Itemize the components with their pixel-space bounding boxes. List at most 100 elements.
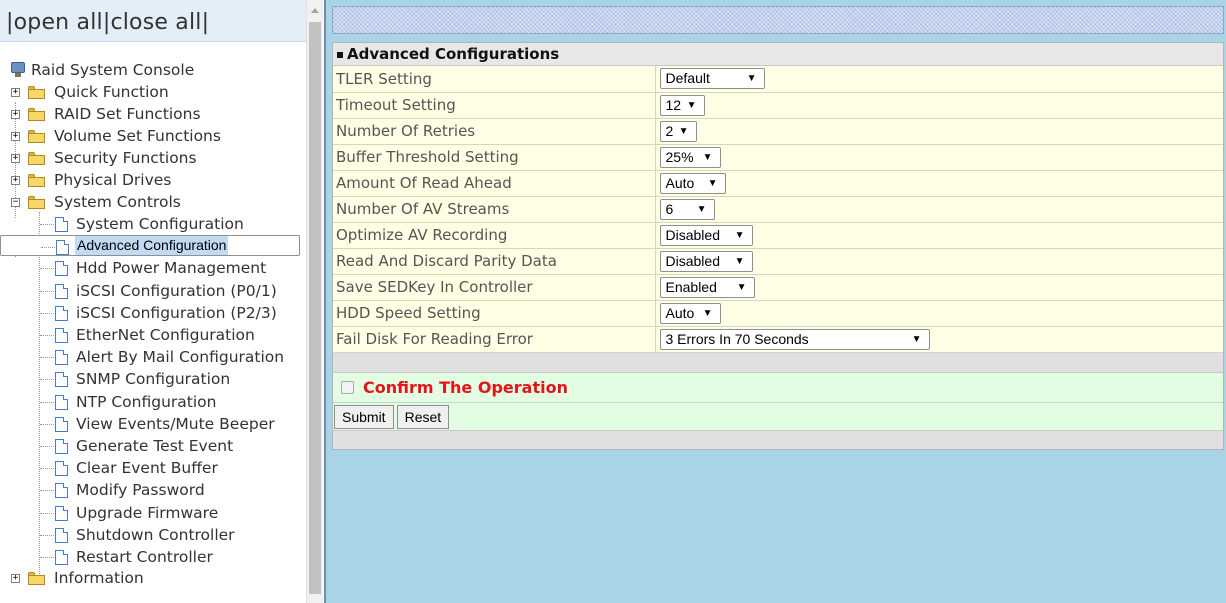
sidebar-item-shutdown-controller[interactable]: Shutdown Controller	[0, 524, 300, 546]
config-select[interactable]: 12 ▼	[659, 94, 705, 116]
dropdown-arrow-icon: ▼	[678, 125, 689, 137]
config-select[interactable]: 2 ▼	[659, 120, 697, 142]
config-select[interactable]: 6 ▼	[659, 198, 715, 220]
page-icon	[55, 461, 68, 476]
separator: |	[6, 10, 14, 35]
sidebar-item-upgrade-firmware[interactable]: Upgrade Firmware	[0, 502, 300, 524]
sidebar-item-label: Hdd Power Management	[76, 259, 267, 277]
config-row: Buffer Threshold Setting 25% ▼	[333, 144, 1223, 171]
tree-folder-label: Physical Drives	[54, 171, 172, 189]
page-icon	[55, 417, 68, 432]
config-label: Save SEDKey In Controller	[333, 274, 656, 301]
tree-connector	[40, 268, 54, 269]
select-value: 6	[665, 200, 674, 217]
config-row: Timeout Setting 12 ▼	[333, 92, 1223, 119]
tree-folder-label: RAID Set Functions	[54, 105, 201, 123]
config-select[interactable]: 3 Errors In 70 Seconds ▼	[659, 328, 930, 350]
tree-connector	[40, 291, 54, 292]
tree-connector	[40, 224, 54, 225]
sidebar-item-label: System Configuration	[76, 215, 244, 233]
sidebar-item-iscsi-configuration-p2-3[interactable]: iSCSI Configuration (P2/3)	[0, 302, 300, 324]
select-value: 25%	[665, 148, 694, 165]
config-value-cell: 12 ▼	[655, 92, 1223, 119]
config-label: HDD Speed Setting	[333, 300, 656, 327]
plus-box-icon[interactable]: +	[11, 176, 20, 185]
sidebar-item-restart-controller[interactable]: Restart Controller	[0, 546, 300, 568]
config-label: Fail Disk For Reading Error	[333, 326, 656, 353]
tree-root[interactable]: Raid System Console	[0, 59, 300, 81]
config-select[interactable]: Auto ▼	[659, 172, 726, 194]
config-select[interactable]: Disabled ▼	[659, 224, 753, 246]
tree-connector	[40, 335, 54, 336]
submit-button[interactable]: Submit	[334, 404, 394, 429]
tree-connector	[40, 513, 54, 514]
scroll-up-arrow-icon[interactable]	[311, 8, 319, 13]
sidebar-item-clear-event-buffer[interactable]: Clear Event Buffer	[0, 457, 300, 479]
sidebar-item-snmp-configuration[interactable]: SNMP Configuration	[0, 368, 300, 390]
config-select[interactable]: 25% ▼	[659, 146, 721, 168]
sidebar-item-modify-password[interactable]: Modify Password	[0, 479, 300, 501]
plus-box-icon[interactable]: +	[11, 88, 20, 97]
config-select[interactable]: Default ▼	[659, 68, 765, 90]
plus-box-icon[interactable]: +	[11, 154, 20, 163]
tree-folder-quick-function[interactable]: + Quick Function	[0, 81, 300, 103]
config-select[interactable]: Enabled ▼	[659, 276, 755, 298]
plus-box-icon[interactable]: +	[11, 110, 20, 119]
config-row: Number Of AV Streams 6 ▼	[333, 196, 1223, 223]
page-icon	[55, 439, 68, 454]
confirm-row: Confirm The Operation	[333, 372, 1223, 403]
tree-connector	[40, 468, 54, 469]
config-row: TLER Setting Default ▼	[333, 66, 1223, 93]
content-frame: Advanced Configurations TLER Setting Defa…	[324, 0, 1226, 603]
folder-icon	[28, 572, 45, 585]
close-all-link[interactable]: close all	[110, 10, 201, 35]
tree-folder-security[interactable]: + Security Functions	[0, 147, 300, 169]
sidebar-item-label: Shutdown Controller	[76, 526, 235, 544]
tree-folder-information[interactable]: + Information	[0, 567, 300, 589]
select-value: Disabled	[665, 252, 720, 269]
tree-folder-volume-set[interactable]: + Volume Set Functions	[0, 125, 300, 147]
plus-box-icon[interactable]: +	[11, 132, 20, 141]
select-value: Auto	[665, 174, 695, 191]
config-value-cell: 6 ▼	[655, 196, 1223, 223]
sidebar-item-iscsi-configuration-p0-1[interactable]: iSCSI Configuration (P0/1)	[0, 280, 300, 302]
sidebar-item-hdd-power-management[interactable]: Hdd Power Management	[0, 257, 300, 279]
sidebar-item-alert-by-mail-configuration[interactable]: Alert By Mail Configuration	[0, 346, 300, 368]
confirm-checkbox[interactable]	[341, 380, 354, 394]
config-select[interactable]: Auto ▼	[659, 302, 721, 324]
nav-scrollbar[interactable]	[306, 0, 323, 603]
sidebar-item-label: Upgrade Firmware	[76, 504, 219, 522]
dropdown-arrow-icon: ▼	[702, 151, 713, 163]
section-title-text: Advanced Configurations	[347, 45, 560, 63]
config-row: Optimize AV Recording Disabled ▼	[333, 222, 1223, 249]
sidebar-item-label: SNMP Configuration	[76, 370, 231, 388]
reset-button[interactable]: Reset	[396, 404, 450, 429]
plus-box-icon[interactable]: +	[11, 574, 20, 583]
page-icon	[56, 240, 69, 255]
config-select[interactable]: Disabled ▼	[659, 250, 753, 272]
sidebar-item-advanced-configuration[interactable]: Advanced Configuration	[0, 235, 300, 256]
sidebar-item-label: Advanced Configuration	[75, 236, 229, 255]
tree-folder-physical-drives[interactable]: + Physical Drives	[0, 169, 300, 191]
sidebar-item-generate-test-event[interactable]: Generate Test Event	[0, 435, 300, 457]
sidebar-item-system-configuration[interactable]: System Configuration	[0, 213, 300, 235]
config-label: Number Of Retries	[333, 118, 656, 145]
minus-box-icon[interactable]: −	[11, 198, 20, 207]
folder-open-icon	[28, 196, 45, 209]
tree-folder-raid-set[interactable]: + RAID Set Functions	[0, 103, 300, 125]
select-value: 2	[665, 122, 674, 139]
open-all-link[interactable]: open all	[14, 10, 103, 35]
sidebar-item-ntp-configuration[interactable]: NTP Configuration	[0, 391, 300, 413]
sidebar-item-view-events-mute-beeper[interactable]: View Events/Mute Beeper	[0, 413, 300, 435]
page-icon	[55, 217, 68, 232]
config-row: Read And Discard Parity Data Disabled ▼	[333, 248, 1223, 275]
section-title: Advanced Configurations	[333, 43, 1223, 66]
bullet-icon	[337, 52, 343, 58]
tree-folder-system-controls[interactable]: − System Controls	[0, 191, 300, 213]
config-value-cell: Disabled ▼	[655, 222, 1223, 249]
sidebar-item-label: Alert By Mail Configuration	[76, 348, 285, 366]
scrollbar-thumb[interactable]	[309, 22, 321, 594]
sidebar-item-ethernet-configuration[interactable]: EtherNet Configuration	[0, 324, 300, 346]
tree-connector	[40, 357, 54, 358]
folder-icon	[28, 130, 45, 143]
